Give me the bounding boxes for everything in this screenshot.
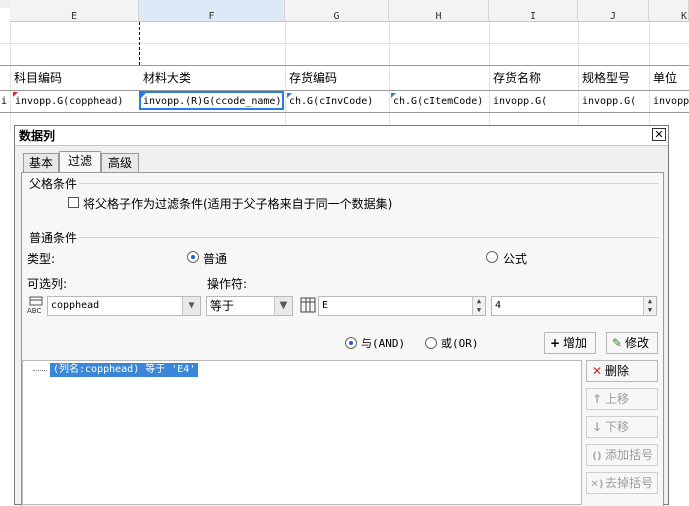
bracket-remove-icon: ✕) — [590, 479, 604, 490]
cell-marker — [391, 93, 396, 98]
type-formula-radio[interactable] — [486, 251, 498, 263]
dialog-titlebar[interactable]: 数据列 ✕ — [15, 126, 668, 146]
header-cell-h[interactable] — [393, 68, 487, 88]
column-header-g[interactable]: G — [285, 0, 389, 22]
grid-line — [0, 65, 689, 66]
column-header-j[interactable]: J — [578, 0, 649, 22]
grid-line — [649, 22, 650, 130]
page-break-line — [139, 22, 140, 65]
arrow-up-icon: ↑ — [591, 392, 603, 406]
svg-text:ABC: ABC — [27, 307, 41, 314]
number-spinner[interactable]: ▲ ▼ — [643, 297, 656, 315]
grid-line — [389, 22, 390, 130]
expr-cell-g[interactable]: ch.G(cInvCode) — [289, 92, 387, 112]
add-bracket-button[interactable]: () 添加括号 — [586, 444, 658, 466]
add-button[interactable]: + 增加 — [544, 332, 596, 354]
value-spinner[interactable]: ▲ ▼ — [472, 297, 485, 315]
add-button-label: 增加 — [563, 336, 588, 350]
tab-basic[interactable]: 基本 — [23, 153, 59, 172]
cell-marker — [287, 93, 292, 98]
column-header-h[interactable]: H — [389, 0, 489, 22]
available-columns-label: 可选列: — [27, 277, 68, 291]
number-input-text: 4 — [495, 300, 502, 311]
header-cell-j[interactable]: 规格型号 — [582, 68, 648, 88]
type-normal-radio[interactable] — [187, 251, 199, 263]
header-cell-i[interactable]: 存货名称 — [493, 68, 577, 88]
delete-button-label: 删除 — [605, 364, 630, 378]
delete-icon: ✕ — [591, 364, 603, 378]
grid-line — [0, 112, 689, 113]
expr-cell-e[interactable]: invopp.G(copphead) — [15, 92, 138, 112]
section-divider — [79, 237, 659, 238]
type-formula-label: 公式 — [503, 252, 528, 266]
chevron-down-icon[interactable]: ▼ — [182, 297, 200, 315]
tab-advanced[interactable]: 高级 — [101, 153, 139, 172]
bracket-add-icon: () — [592, 451, 602, 462]
tab-filter[interactable]: 过滤 — [59, 151, 101, 172]
column-select-value: copphead — [51, 300, 100, 311]
header-cell-g[interactable]: 存货编码 — [289, 68, 387, 88]
type-label: 类型: — [27, 252, 56, 266]
column-type-icon: ABC — [27, 296, 47, 315]
condition-list[interactable]: (列名:copphead) 等于 'E4' — [22, 360, 582, 505]
column-header-e[interactable]: E — [10, 0, 139, 22]
logic-and-radio[interactable] — [345, 337, 357, 349]
section-divider — [79, 183, 659, 184]
move-down-button[interactable]: ↓ 下移 — [586, 416, 658, 438]
number-input[interactable]: 4 ▲ ▼ — [491, 296, 657, 316]
move-up-button[interactable]: ↑ 上移 — [586, 388, 658, 410]
move-up-button-label: 上移 — [605, 392, 630, 406]
logic-or-radio[interactable] — [425, 337, 437, 349]
plus-icon: + — [549, 336, 561, 350]
logic-and-label: 与(AND) — [361, 337, 406, 350]
column-header-f[interactable]: F — [139, 0, 285, 22]
column-header-k[interactable]: K — [649, 0, 689, 22]
logic-or-label: 或(OR) — [441, 337, 479, 350]
parent-condition-heading: 父格条件 — [29, 177, 78, 191]
spreadsheet: E F G H I J K 科目编码 材料大类 存货编码 存货名称 规格型号 单… — [0, 0, 689, 130]
expr-cell-k[interactable]: invopp — [653, 92, 689, 112]
modify-button[interactable]: ✎ 修改 — [606, 332, 658, 354]
expr-cell-i[interactable]: invopp.G( — [493, 92, 577, 112]
dialog-title: 数据列 — [19, 129, 56, 143]
row-fragment: i — [1, 96, 8, 107]
column-select[interactable]: copphead ▼ — [47, 296, 201, 316]
arrow-down-icon: ↓ — [591, 420, 603, 434]
condition-item[interactable]: (列名:copphead) 等于 'E4' — [50, 363, 199, 377]
remove-bracket-button-label: 去掉括号 — [605, 476, 654, 490]
value-input-text: E — [322, 300, 329, 311]
chevron-down-icon[interactable]: ▼ — [274, 297, 292, 315]
parent-filter-checkbox[interactable] — [68, 197, 79, 208]
tree-connector — [33, 370, 47, 371]
close-icon: ✕ — [654, 128, 664, 141]
header-cell-k[interactable]: 单位 — [653, 68, 689, 88]
remove-bracket-button[interactable]: ✕) 去掉括号 — [586, 472, 658, 494]
modify-button-label: 修改 — [625, 336, 650, 350]
edit-icon: ✎ — [611, 336, 623, 350]
grid-line — [578, 22, 579, 130]
header-cell-e[interactable]: 科目编码 — [14, 68, 138, 88]
column-header-i[interactable]: I — [489, 0, 578, 22]
type-normal-label: 普通 — [203, 252, 228, 266]
header-cell-f[interactable]: 材料大类 — [143, 68, 283, 88]
close-button[interactable]: ✕ — [652, 128, 666, 141]
grid-line — [0, 90, 689, 91]
normal-condition-heading: 普通条件 — [29, 231, 78, 245]
value-input[interactable]: E ▲ ▼ — [318, 296, 486, 316]
expr-cell-j[interactable]: invopp.G( — [582, 92, 648, 112]
move-down-button-label: 下移 — [605, 420, 630, 434]
operator-label: 操作符: — [207, 277, 248, 291]
grid-line — [285, 22, 286, 130]
grid-line — [0, 43, 689, 44]
selected-cell-outline — [139, 91, 284, 110]
delete-button[interactable]: ✕ 删除 — [586, 360, 658, 382]
add-bracket-button-label: 添加括号 — [605, 448, 654, 462]
operator-select[interactable]: 等于 ▼ — [206, 296, 293, 316]
expr-cell-h[interactable]: ch.G(cItemCode) — [393, 92, 488, 112]
table-icon[interactable] — [299, 296, 317, 314]
operator-select-value: 等于 — [210, 299, 235, 313]
grid-line — [489, 22, 490, 130]
parent-filter-label: 将父格子作为过滤条件(适用于父子格来自于同一个数据集) — [83, 197, 393, 211]
grid-line — [10, 22, 11, 130]
